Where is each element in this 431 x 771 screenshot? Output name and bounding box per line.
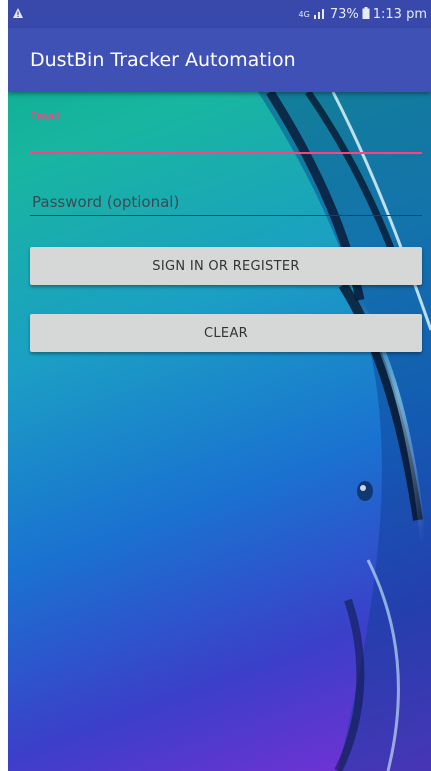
email-field[interactable] — [30, 128, 422, 154]
signal-icon — [313, 7, 327, 22]
email-label: Email — [30, 110, 61, 123]
battery-icon — [362, 6, 370, 22]
phone-screen: 4G 73% 1:13 pm DustBin Tracker Automatio… — [8, 0, 431, 771]
app-bar: DustBin Tracker Automation — [8, 28, 431, 92]
battery-percent: 73% — [329, 6, 359, 22]
app-title: DustBin Tracker Automation — [30, 49, 296, 71]
warning-icon — [12, 7, 24, 22]
wallpaper-background — [258, 89, 431, 771]
password-field[interactable] — [30, 188, 422, 216]
clear-button[interactable]: CLEAR — [30, 314, 422, 352]
network-type: 4G — [298, 9, 310, 19]
clock-time: 1:13 pm — [372, 6, 427, 22]
sign-in-or-register-button[interactable]: SIGN IN OR REGISTER — [30, 247, 422, 285]
status-bar: 4G 73% 1:13 pm — [8, 0, 431, 28]
